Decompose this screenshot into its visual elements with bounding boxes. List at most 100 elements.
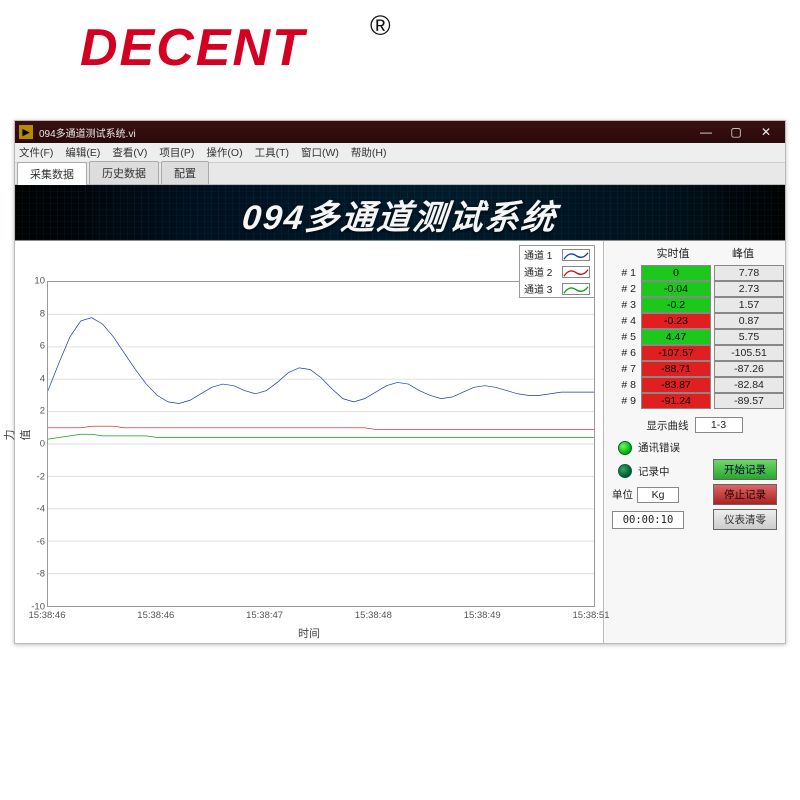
legend-label: 通道 1 (524, 247, 560, 262)
side-panel: 实时值 峰值 # 107.78# 2-0.042.73# 3-0.21.57# … (603, 241, 785, 643)
window-maximize[interactable]: ▢ (721, 121, 751, 143)
menu-operate[interactable]: 操作(O) (206, 145, 242, 160)
channel-index: # 5 (608, 331, 638, 343)
channel-row: # 7-88.71-87.26 (608, 361, 781, 377)
y-tick: -6 (37, 536, 45, 547)
legend-swatch (562, 249, 590, 261)
app-window: ▶ 094多通道测试系统.vi — ▢ ✕ 文件(F) 编辑(E) 查看(V) … (14, 120, 786, 644)
window-close[interactable]: ✕ (751, 121, 781, 143)
channel-index: # 9 (608, 395, 638, 407)
brand-logo: DECENT (80, 18, 306, 78)
tab-acquire[interactable]: 采集数据 (17, 162, 87, 185)
tab-config[interactable]: 配置 (161, 161, 209, 184)
channel-index: # 2 (608, 283, 638, 295)
legend-row: 通道 2 (520, 263, 594, 280)
zero-button[interactable]: 仪表清零 (713, 509, 777, 530)
menubar: 文件(F) 编辑(E) 查看(V) 项目(P) 操作(O) 工具(T) 窗口(W… (15, 143, 785, 163)
x-tick: 15:38:46 (29, 610, 66, 621)
y-tick: 6 (40, 341, 45, 352)
banner-title: 094多通道测试系统 (15, 190, 785, 239)
menu-tools[interactable]: 工具(T) (255, 145, 289, 160)
channel-row: # 9-91.24-89.57 (608, 393, 781, 409)
peak-value: -105.51 (714, 345, 784, 361)
channel-row: # 4-0.230.87 (608, 313, 781, 329)
peak-value: -82.84 (714, 377, 784, 393)
chart-area: 通道 1 通道 2 通道 3 力值 时间 1086420-2-4-6-8-10 … (15, 241, 603, 643)
plot[interactable] (47, 281, 595, 607)
timer-display: 00:00:10 (612, 511, 684, 529)
y-tick: -2 (37, 471, 45, 482)
menu-window[interactable]: 窗口(W) (301, 145, 339, 160)
channel-row: # 3-0.21.57 (608, 297, 781, 313)
y-tick: -4 (37, 504, 45, 515)
realtime-value: 0 (641, 265, 711, 281)
channel-row: # 107.78 (608, 265, 781, 281)
y-axis-label: 力值 (1, 428, 33, 442)
x-tick: 15:38:49 (464, 610, 501, 621)
realtime-value: -88.71 (641, 361, 711, 377)
peak-value: 5.75 (714, 329, 784, 345)
display-curve-label: 显示曲线 (647, 418, 689, 433)
realtime-value: -0.04 (641, 281, 711, 297)
labview-icon: ▶ (19, 125, 33, 139)
peak-value: -89.57 (714, 393, 784, 409)
stop-record-button[interactable]: 停止记录 (713, 484, 777, 505)
channel-index: # 6 (608, 347, 638, 359)
channel-row: # 2-0.042.73 (608, 281, 781, 297)
recording-label: 记录中 (638, 464, 670, 479)
x-axis-label: 时间 (15, 625, 603, 641)
legend-swatch (562, 283, 590, 295)
x-tick: 15:38:47 (246, 610, 283, 621)
legend: 通道 1 通道 2 通道 3 (519, 245, 595, 298)
realtime-value: -0.2 (641, 297, 711, 313)
channel-index: # 7 (608, 363, 638, 375)
unit-field[interactable]: Kg (637, 487, 679, 503)
y-tick: 8 (40, 308, 45, 319)
channel-index: # 8 (608, 379, 638, 391)
peak-value: 7.78 (714, 265, 784, 281)
peak-value: 2.73 (714, 281, 784, 297)
banner: 094多通道测试系统 (15, 185, 785, 241)
tabbar: 采集数据 历史数据 配置 (15, 163, 785, 185)
display-curve-field[interactable]: 1-3 (695, 417, 743, 433)
menu-edit[interactable]: 编辑(E) (65, 145, 100, 160)
y-tick: -8 (37, 569, 45, 580)
menu-view[interactable]: 查看(V) (112, 145, 147, 160)
channel-row: # 6-107.57-105.51 (608, 345, 781, 361)
legend-label: 通道 2 (524, 264, 560, 279)
x-tick: 15:38:46 (137, 610, 174, 621)
tab-history[interactable]: 历史数据 (89, 161, 159, 184)
legend-row: 通道 1 (520, 246, 594, 263)
realtime-value: -107.57 (641, 345, 711, 361)
window-title: 094多通道测试系统.vi (39, 125, 691, 140)
channel-index: # 3 (608, 299, 638, 311)
menu-project[interactable]: 项目(P) (159, 145, 194, 160)
menu-file[interactable]: 文件(F) (19, 145, 53, 160)
channel-row: # 8-83.87-82.84 (608, 377, 781, 393)
col-peak: 峰值 (708, 245, 778, 261)
titlebar: ▶ 094多通道测试系统.vi — ▢ ✕ (15, 121, 785, 143)
realtime-value: -0.23 (641, 313, 711, 329)
realtime-value: -91.24 (641, 393, 711, 409)
channel-index: # 4 (608, 315, 638, 327)
realtime-value: -83.87 (641, 377, 711, 393)
channel-index: # 1 (608, 267, 638, 279)
y-tick: 4 (40, 373, 45, 384)
y-tick: 10 (34, 276, 45, 287)
peak-value: -87.26 (714, 361, 784, 377)
registered-mark: ® (370, 10, 391, 42)
legend-label: 通道 3 (524, 281, 560, 296)
window-minimize[interactable]: — (691, 121, 721, 143)
channel-row: # 54.475.75 (608, 329, 781, 345)
realtime-value: 4.47 (641, 329, 711, 345)
led-recording (618, 464, 632, 478)
y-tick: 2 (40, 406, 45, 417)
led-comm-error (618, 441, 632, 455)
start-record-button[interactable]: 开始记录 (713, 459, 777, 480)
col-realtime: 实时值 (638, 245, 708, 261)
x-tick: 15:38:48 (355, 610, 392, 621)
unit-label: 单位 (612, 487, 633, 502)
menu-help[interactable]: 帮助(H) (351, 145, 387, 160)
legend-swatch (562, 266, 590, 278)
x-tick: 15:38:51 (573, 610, 610, 621)
